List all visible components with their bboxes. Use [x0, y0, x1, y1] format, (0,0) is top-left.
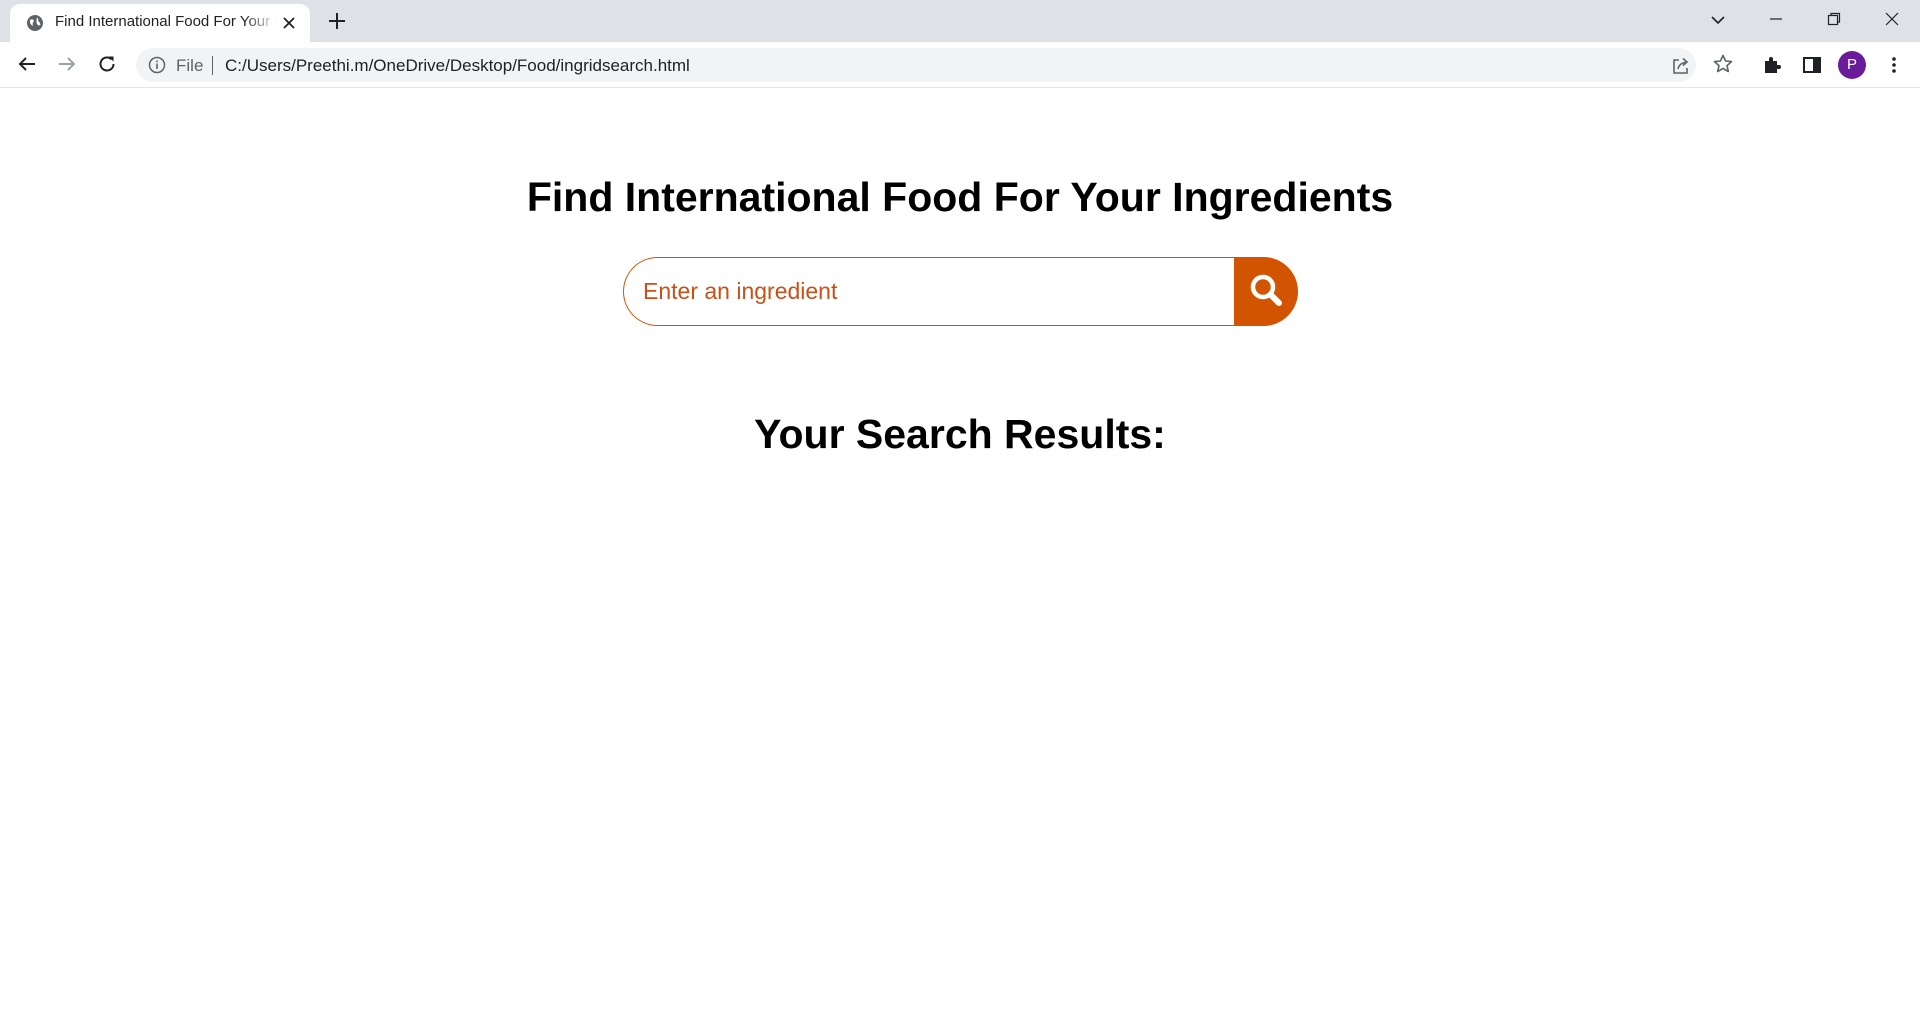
url-text[interactable]: C:/Users/Preethi.m/OneDrive/Desktop/Food…	[225, 56, 690, 76]
url-scheme-label: File	[176, 56, 204, 75]
forward-arrow-icon[interactable]	[52, 49, 82, 79]
bookmark-star-icon[interactable]	[1711, 52, 1735, 76]
extensions-puzzle-icon[interactable]	[1760, 53, 1784, 77]
share-icon[interactable]	[1670, 55, 1692, 77]
page-title: Find International Food For Your Ingredi…	[526, 174, 1394, 220]
url-separator	[212, 56, 213, 75]
search-icon	[1248, 272, 1284, 311]
page-content: Find International Food For Your Ingredi…	[0, 89, 1920, 1020]
window-restore-button[interactable]	[1806, 0, 1862, 38]
ingredient-search-input[interactable]	[623, 257, 1243, 326]
window-close-button[interactable]	[1864, 0, 1920, 38]
window-minimize-button[interactable]	[1748, 0, 1804, 38]
profile-avatar[interactable]: P	[1838, 51, 1866, 79]
more-menu-icon[interactable]	[1882, 53, 1906, 77]
address-bar[interactable]: File C:/Users/Preethi.m/OneDrive/Desktop…	[136, 48, 1696, 82]
search-button[interactable]	[1234, 257, 1298, 326]
browser-tab-strip: Find International Food For Your Ingredi…	[0, 0, 1920, 42]
browser-tab[interactable]: Find International Food For Your Ingredi…	[10, 4, 310, 42]
tab-title: Find International Food For Your Ingredi…	[55, 13, 277, 30]
side-panel-icon[interactable]	[1800, 53, 1824, 77]
ingredient-search-form	[623, 257, 1298, 326]
search-results-heading: Your Search Results:	[754, 411, 1166, 457]
reload-icon[interactable]	[92, 49, 122, 79]
close-tab-icon[interactable]	[280, 14, 298, 32]
site-info-icon[interactable]	[148, 56, 166, 74]
globe-icon	[26, 14, 44, 32]
back-arrow-icon[interactable]	[12, 49, 42, 79]
new-tab-button[interactable]	[326, 10, 348, 32]
tab-search-chevron-icon[interactable]	[1706, 8, 1730, 32]
browser-toolbar: File C:/Users/Preethi.m/OneDrive/Desktop…	[0, 42, 1920, 88]
